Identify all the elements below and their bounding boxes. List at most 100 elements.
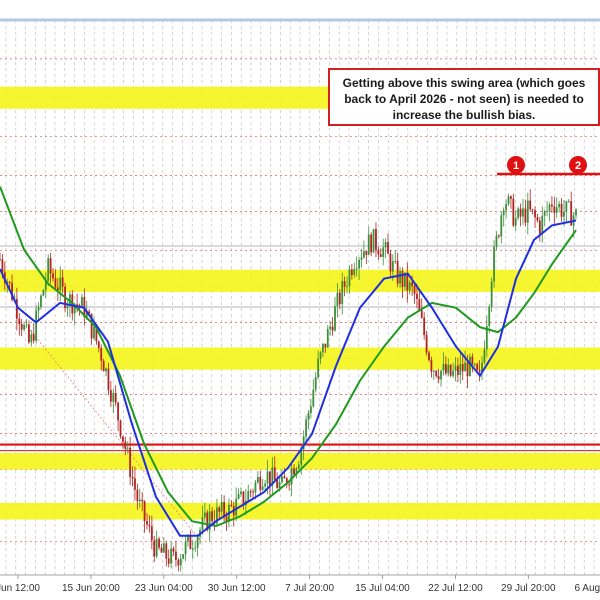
candle-body	[225, 516, 228, 522]
candle-body	[249, 491, 252, 493]
x-tick-label: 30 Jun 12:00	[208, 583, 266, 594]
swing-marker-label: 2	[575, 160, 581, 172]
candle-body	[52, 273, 54, 279]
candle-body	[172, 548, 175, 552]
candle-body	[119, 420, 122, 437]
candle-body	[175, 551, 177, 560]
candle-body	[49, 258, 52, 274]
x-tick-label: 15 Jul 04:00	[355, 583, 410, 594]
candle-body	[360, 257, 363, 260]
candle-body	[76, 304, 79, 306]
candle-body	[247, 491, 250, 501]
candle-body	[264, 483, 267, 487]
candle-body	[526, 200, 529, 223]
candle-body	[420, 310, 423, 318]
candle-body	[558, 203, 561, 208]
candle-body	[469, 356, 471, 377]
candle-body	[387, 241, 389, 254]
candle-body	[126, 447, 129, 449]
candle-body	[546, 210, 548, 212]
candle-body	[314, 377, 317, 390]
candle-body	[550, 204, 553, 207]
candle-body	[109, 390, 112, 402]
candle-body	[281, 476, 283, 483]
candle-body	[305, 419, 307, 437]
candle-body	[0, 259, 1, 261]
candle-body	[283, 476, 286, 479]
candle-body	[488, 306, 491, 326]
candle-body	[18, 318, 21, 325]
candle-body	[160, 547, 163, 553]
candle-body	[237, 494, 240, 499]
candle-body	[457, 365, 459, 375]
candle-body	[165, 543, 168, 559]
candle-body	[141, 499, 144, 502]
candle-body	[447, 364, 450, 374]
candle-body	[8, 281, 11, 283]
candle-body	[1, 259, 4, 273]
candle-body	[408, 282, 411, 291]
candle-body	[42, 290, 45, 296]
candle-body	[146, 521, 148, 525]
candle-body	[334, 306, 336, 331]
candle-body	[355, 268, 358, 270]
candle-body	[464, 362, 467, 372]
candle-body	[223, 501, 226, 517]
candle-body	[382, 247, 385, 257]
candle-body	[37, 307, 40, 311]
candle-body	[324, 343, 327, 348]
candle-body	[254, 482, 257, 493]
candle-body	[162, 543, 165, 553]
candle-body	[372, 229, 375, 253]
candle-body	[495, 235, 498, 247]
candle-body	[442, 363, 445, 371]
annotation-box: Getting above this swing area (which goe…	[328, 68, 600, 126]
x-tick-label: 23 Jun 04:00	[135, 583, 193, 594]
candle-body	[466, 362, 469, 377]
candle-body	[30, 334, 33, 343]
candle-body	[490, 281, 493, 307]
candle-body	[575, 209, 577, 216]
candle-body	[25, 324, 28, 326]
candle-body	[423, 317, 426, 336]
candle-body	[348, 269, 351, 287]
candle-body	[107, 368, 110, 391]
candle-body	[444, 363, 447, 374]
candle-body	[529, 200, 532, 210]
candle-body	[394, 260, 397, 262]
candle-body	[536, 217, 539, 221]
candle-body	[218, 507, 221, 512]
candle-body	[143, 501, 146, 522]
candle-body	[541, 215, 544, 234]
candle-body	[555, 207, 558, 213]
candle-body	[20, 324, 23, 330]
zone-4	[0, 452, 600, 470]
candle-body	[122, 436, 124, 442]
candle-body	[553, 206, 556, 213]
x-tick-label: 22 Jul 12:00	[428, 583, 483, 594]
candle-body	[548, 204, 551, 211]
candle-body	[517, 208, 520, 219]
candle-body	[493, 246, 495, 282]
candle-body	[432, 370, 435, 372]
candle-body	[461, 364, 464, 372]
candle-body	[497, 235, 500, 237]
candle-body	[358, 259, 360, 269]
candle-body	[102, 360, 105, 372]
candle-body	[259, 477, 262, 490]
candle-body	[105, 368, 107, 372]
candle-body	[276, 479, 279, 488]
swing-marker-label: 1	[513, 160, 519, 172]
candle-body	[117, 402, 119, 421]
candle-body	[538, 220, 541, 234]
zone-2	[0, 269, 600, 292]
candle-body	[150, 526, 153, 541]
x-tick-label: 6 Aug 04:00	[575, 583, 600, 594]
x-tick-label: 29 Jul 20:00	[501, 583, 556, 594]
candle-body	[524, 208, 527, 223]
candle-body	[505, 203, 508, 211]
candle-body	[512, 198, 515, 226]
candle-body	[54, 278, 57, 288]
annotation-text: Getting above this swing area (which goe…	[342, 76, 586, 122]
candle-body	[266, 471, 269, 484]
